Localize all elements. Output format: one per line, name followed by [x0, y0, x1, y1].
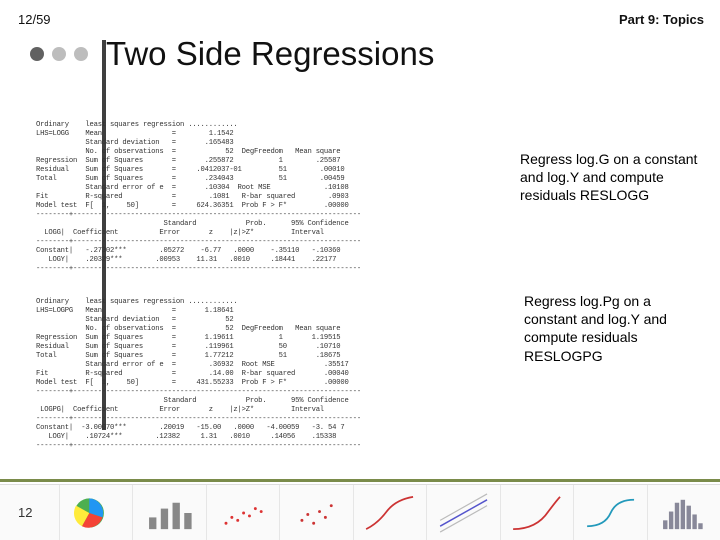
thumb-scatter2 [280, 485, 353, 540]
thumb-pagenum: 12 [0, 485, 60, 540]
thumb-band [427, 485, 500, 540]
thumb-line [354, 485, 427, 540]
thumb-curve [501, 485, 574, 540]
accent-bar [0, 479, 720, 482]
caption-reslogpg: Regress log.Pg on a constant and log.Y a… [524, 292, 704, 365]
page-number: 12 [18, 505, 32, 520]
thumb-logistic [574, 485, 647, 540]
dot-icon [74, 47, 88, 61]
thumb-pie [60, 485, 133, 540]
dot-icon [52, 47, 66, 61]
caption-reslogg: Regress log.G on a constant and log.Y an… [520, 150, 700, 205]
slide-counter: 12/59 [18, 12, 51, 27]
thumb-hist [648, 485, 720, 540]
thumbnail-strip: 12 [0, 484, 720, 540]
thumb-scatter [207, 485, 280, 540]
dot-icon [30, 47, 44, 61]
part-label: Part 9: Topics [619, 12, 704, 27]
slide-title: Two Side Regressions [106, 35, 434, 73]
bullet-dots [30, 47, 88, 61]
thumb-bar [133, 485, 206, 540]
